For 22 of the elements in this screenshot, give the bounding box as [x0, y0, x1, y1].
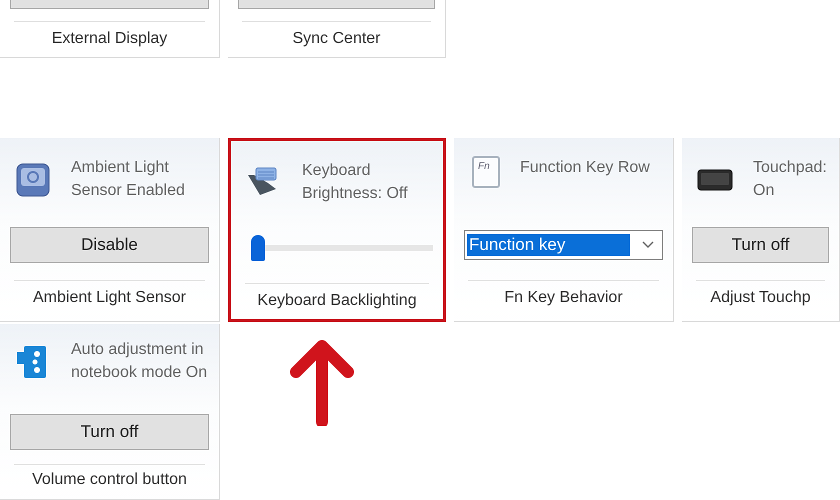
status-text: Ambient Light Sensor Enabled — [71, 158, 186, 201]
status-text: Touchpad: On — [753, 158, 828, 201]
sensor-icon — [15, 162, 51, 198]
toggle-button[interactable]: Turn off — [10, 414, 209, 450]
toggle-button[interactable]: Turn off — [692, 227, 829, 263]
tile-title: Volume control button — [31, 471, 188, 489]
tile-title: Sync Center — [291, 30, 382, 48]
chevron-down-icon — [642, 241, 654, 249]
fn-key-dropdown[interactable]: Function key — [464, 230, 663, 260]
tile-button[interactable] — [238, 0, 435, 9]
tile-title: External Display — [50, 30, 168, 48]
fn-key-icon: Fn — [472, 156, 500, 188]
slider-thumb[interactable] — [251, 235, 265, 261]
status-text: Keyboard Brightness: Off — [302, 161, 409, 204]
toggle-button[interactable]: Disable — [10, 227, 209, 263]
tile-title: Fn Key Behavior — [503, 289, 624, 307]
tile-title: Adjust Touchp — [709, 289, 812, 307]
tile-button[interactable] — [10, 0, 209, 9]
status-text: Function Key Row — [520, 158, 650, 178]
tile-title: Keyboard Backlighting — [256, 292, 418, 310]
tile-title: Ambient Light Sensor — [32, 289, 187, 307]
status-text: Auto adjustment in notebook mode On — [71, 340, 208, 383]
